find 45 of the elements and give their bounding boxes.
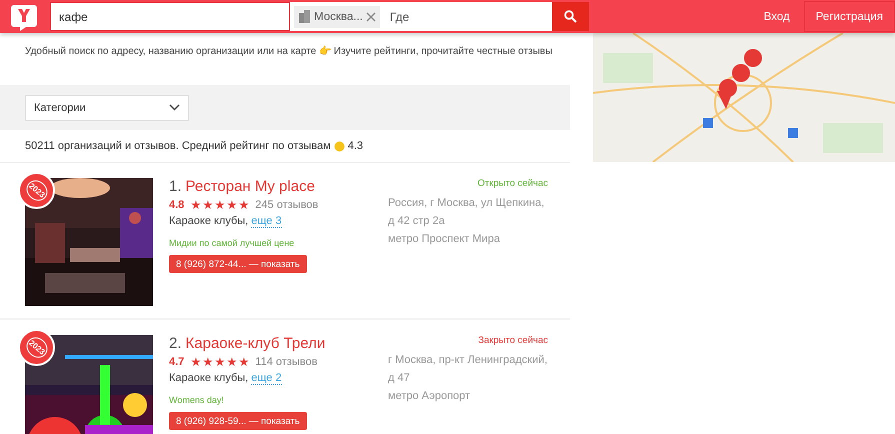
show-phone-button[interactable]: 8 (926) 928-59... — показать <box>169 412 307 430</box>
star-icon: ★ <box>202 355 214 369</box>
rating-value: 4.8 <box>169 199 184 211</box>
search-button[interactable] <box>552 2 589 31</box>
reviews-count: 114 отзывов <box>255 356 318 368</box>
star-icon: ★ <box>214 198 226 212</box>
result-title-link[interactable]: Караоке-клуб Трели <box>186 335 326 352</box>
close-icon[interactable] <box>366 12 376 22</box>
summary-text: 50211 организаций и отзывов. Средний рейтинг по отзывам <box>25 140 331 152</box>
star-icon: ★ <box>202 198 214 212</box>
star-icon: ★ <box>214 355 226 369</box>
intro-text: Удобный поиск по адресу, названию организации или на карте 👉 Изучите рейтинги, прочитайте честные отзывы <box>24 44 554 59</box>
search-field[interactable]: кафе <box>50 2 290 31</box>
star-icon: ★ <box>238 198 250 212</box>
metro-text: метро Аэропорт <box>388 389 470 404</box>
star-icon: ★ <box>238 355 250 369</box>
star-icon: ★ <box>190 198 202 212</box>
chevron-down-icon <box>169 104 180 111</box>
promo-text: Womens day! <box>169 395 225 405</box>
rating-value: 4.7 <box>169 356 184 368</box>
location-field[interactable]: Москва... Где <box>290 2 552 31</box>
average-rating: 4.3 <box>348 140 364 152</box>
logo-icon[interactable] <box>10 2 38 30</box>
star-icon: ★ <box>226 198 238 212</box>
show-phone-button[interactable]: 8 (926) 872-44... — показать <box>169 255 307 273</box>
metro-text: метро Проспект Мира <box>388 232 500 247</box>
location-chip[interactable]: Москва... <box>294 6 380 28</box>
category-text: Караоке клубы, <box>169 372 248 385</box>
result-title-link[interactable]: Ресторан My place <box>186 178 315 195</box>
promo-text: Мидии по самой лучшей цене <box>169 238 296 248</box>
more-categories-link[interactable]: еще 3 <box>251 215 282 228</box>
star-icon: ★ <box>226 355 238 369</box>
reviews-count: 245 отзывов <box>255 199 318 211</box>
open-status: Открыто сейчас <box>478 178 548 189</box>
category-text: Караоке клубы, <box>169 215 248 228</box>
result-number: 1. <box>169 178 182 195</box>
result-number: 2. <box>169 335 182 352</box>
search-icon <box>564 10 577 23</box>
building-icon <box>298 10 311 23</box>
star-icon: ★ <box>190 355 202 369</box>
open-status: Закрыто сейчас <box>478 335 548 346</box>
categories-dropdown[interactable]: Категории <box>25 94 189 120</box>
more-categories-link[interactable]: еще 2 <box>251 372 282 385</box>
login-link[interactable]: Вход <box>764 10 790 22</box>
register-button[interactable]: Регистрация <box>804 1 895 32</box>
